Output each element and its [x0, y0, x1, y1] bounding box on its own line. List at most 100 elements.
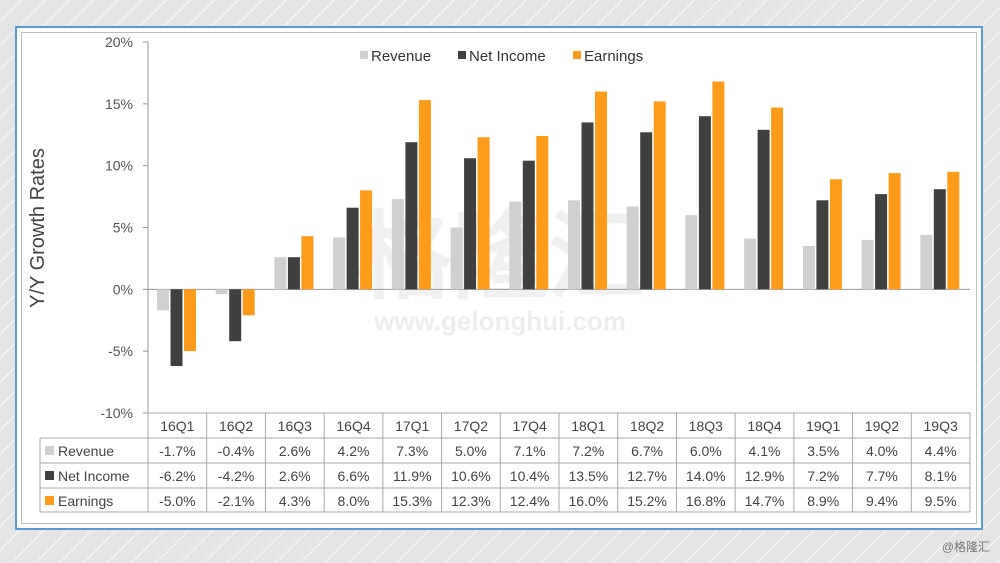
table-cell: -5.0%	[159, 493, 196, 509]
y-tick-label: -5%	[108, 343, 133, 359]
table-cell: 12.4%	[510, 493, 550, 509]
bar-earnings	[242, 289, 255, 316]
table-series-label: Revenue	[58, 443, 114, 459]
bar-revenue	[744, 238, 757, 290]
bar-revenue	[333, 237, 346, 290]
bar-revenue	[920, 234, 933, 290]
bar-revenue	[509, 201, 522, 290]
bar-chart: 格隆汇www.gelonghui.com-10%-5%0%5%10%15%20%…	[27, 34, 971, 513]
table-series-label: Earnings	[58, 493, 113, 509]
category-label: 18Q3	[689, 418, 723, 434]
bar-net-income	[757, 129, 770, 290]
table-legend-swatch	[45, 471, 54, 480]
bar-net-income	[405, 142, 418, 290]
bar-earnings	[536, 136, 549, 290]
table-cell: 6.6%	[338, 468, 370, 484]
legend-swatch	[360, 51, 368, 59]
bar-revenue	[568, 200, 580, 290]
table-cell: 4.2%	[338, 443, 370, 459]
table-cell: 12.7%	[627, 468, 667, 484]
table-cell: 13.5%	[569, 468, 609, 484]
bar-earnings	[712, 81, 725, 290]
y-tick-label: 10%	[105, 158, 133, 174]
table-cell: 2.6%	[279, 443, 311, 459]
y-tick-label: 20%	[105, 34, 133, 50]
table-cell: 2.6%	[279, 468, 311, 484]
table-cell: 3.5%	[807, 443, 839, 459]
bar-earnings	[947, 171, 960, 290]
category-label: 19Q2	[865, 418, 899, 434]
bar-earnings	[888, 173, 901, 290]
table-cell: 10.4%	[510, 468, 550, 484]
table-cell: 14.0%	[686, 468, 726, 484]
table-cell: 7.2%	[572, 443, 604, 459]
category-label: 17Q2	[454, 418, 488, 434]
bar-revenue	[274, 257, 287, 290]
category-label: 16Q1	[160, 418, 194, 434]
bar-revenue	[802, 246, 815, 290]
bar-net-income	[346, 207, 359, 290]
table-cell: 5.0%	[455, 443, 487, 459]
table-cell: 14.7%	[745, 493, 785, 509]
bar-earnings	[301, 236, 314, 290]
table-cell: 8.1%	[925, 468, 957, 484]
watermark-url: www.gelonghui.com	[373, 306, 626, 336]
category-label: 19Q3	[924, 418, 958, 434]
table-cell: 7.7%	[866, 468, 898, 484]
bar-net-income	[933, 189, 946, 290]
y-tick-label: 0%	[113, 281, 133, 297]
table-cell: 4.4%	[925, 443, 957, 459]
table-cell: 12.9%	[745, 468, 785, 484]
bar-earnings	[653, 101, 666, 290]
bar-net-income	[875, 194, 888, 290]
bar-net-income	[522, 160, 535, 290]
category-label: 16Q2	[219, 418, 253, 434]
bar-net-income	[640, 132, 653, 290]
table-cell: 12.3%	[451, 493, 491, 509]
bar-earnings	[184, 289, 196, 352]
table-cell: 11.9%	[393, 468, 432, 484]
bar-revenue	[685, 215, 698, 290]
legend-label: Revenue	[371, 48, 431, 65]
bar-net-income	[816, 200, 829, 290]
bar-net-income	[581, 122, 594, 290]
credit-watermark: @格隆汇	[941, 540, 990, 554]
table-series-label: Net Income	[58, 468, 130, 484]
bar-net-income	[229, 289, 242, 342]
table-cell: 9.4%	[866, 493, 898, 509]
legend-swatch	[573, 51, 581, 59]
category-label: 16Q4	[336, 418, 370, 434]
bar-earnings	[771, 107, 784, 290]
table-cell: 16.0%	[569, 493, 609, 509]
legend-swatch	[458, 51, 466, 59]
table-cell: 6.7%	[631, 443, 663, 459]
category-label: 19Q1	[806, 418, 840, 434]
table-cell: -4.2%	[218, 468, 255, 484]
bar-earnings	[418, 100, 431, 290]
y-axis-title: Y/Y Growth Rates	[27, 148, 49, 308]
table-cell: -0.4%	[218, 443, 255, 459]
bar-revenue	[626, 206, 639, 290]
table-legend-swatch	[45, 496, 54, 505]
y-tick-label: 5%	[113, 220, 133, 236]
bar-revenue	[391, 199, 404, 290]
bar-net-income	[698, 116, 711, 290]
category-label: 18Q4	[747, 418, 781, 434]
table-cell: -1.7%	[159, 443, 196, 459]
legend-label: Earnings	[584, 48, 643, 65]
bar-net-income	[170, 289, 183, 366]
table-cell: 7.3%	[396, 443, 428, 459]
table-cell: 15.3%	[392, 493, 432, 509]
table-cell: 7.1%	[514, 443, 546, 459]
table-cell: 4.0%	[866, 443, 898, 459]
bar-revenue	[450, 227, 463, 290]
category-label: 18Q2	[630, 418, 664, 434]
table-cell: 4.1%	[749, 443, 781, 459]
bar-revenue	[861, 239, 874, 290]
category-label: 17Q1	[395, 418, 429, 434]
table-cell: 6.0%	[690, 443, 722, 459]
table-cell: 15.2%	[627, 493, 667, 509]
table-cell: 4.3%	[279, 493, 311, 509]
category-label: 18Q1	[571, 418, 605, 434]
y-tick-label: 15%	[105, 96, 133, 112]
